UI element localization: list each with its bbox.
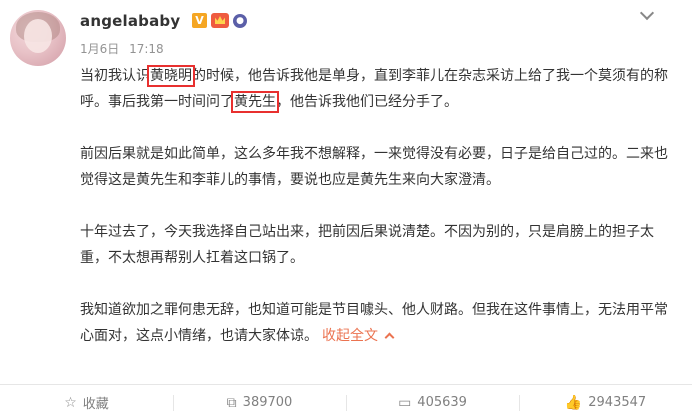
highlighted-name: 黄晓明 <box>147 65 195 87</box>
user-badges: V ● <box>192 13 247 28</box>
repost-count: 389700 <box>242 395 293 410</box>
star-icon: ☆ <box>64 394 77 411</box>
action-bar: ☆ 收藏 ⧉ 389700 ▭ 405639 👍 2943547 <box>0 384 692 420</box>
post-date[interactable]: 1月6日 <box>80 42 119 56</box>
highlighted-name: 黄先生 <box>231 91 279 113</box>
post-body: 当初我认识黄晓明的时候，他告诉我他是单身，直到李菲儿在杂志采访上给了我一个莫须有… <box>80 63 670 349</box>
comment-button[interactable]: ▭ 405639 <box>346 385 519 420</box>
thumbs-up-icon: 👍 <box>564 394 583 411</box>
chevron-up-icon[interactable] <box>384 332 395 343</box>
favorite-button[interactable]: ☆ 收藏 <box>0 385 173 420</box>
like-button[interactable]: 👍 2943547 <box>519 385 692 420</box>
post-time[interactable]: 17:18 <box>129 42 164 56</box>
paragraph-3: 十年过去了，今天我选择自己站出来，把前因后果说清楚。不因为别的，只是肩膀上的担子… <box>80 224 654 266</box>
avatar-face-shape <box>24 19 52 53</box>
comment-icon: ▭ <box>398 394 412 411</box>
post-meta: 1月6日 17:18 <box>80 40 164 57</box>
comment-count: 405639 <box>417 395 467 410</box>
verified-v-icon: V <box>192 13 207 28</box>
paragraph-4: 我知道欲加之罪何患无辞，也知道可能是节目噱头、他人财路。但我在这件事情上，无法用… <box>80 297 670 349</box>
paragraph-1: 当初我认识黄晓明的时候，他告诉我他是单身，直到李菲儿在杂志采访上给了我一个莫须有… <box>80 63 670 115</box>
like-count: 2943547 <box>588 395 647 410</box>
repost-button[interactable]: ⧉ 389700 <box>173 385 346 420</box>
repost-icon: ⧉ <box>226 394 237 411</box>
avatar[interactable] <box>10 10 66 66</box>
collapse-full-text-link[interactable]: 收起全文 <box>322 328 378 344</box>
paragraph-text: 当初我认识 <box>80 68 150 84</box>
more-options-chevron-icon[interactable] <box>640 8 654 22</box>
paragraph-2: 前因后果就是如此简单，这么多年我不想解释，一来觉得没有必要，日子是给自己过的。二… <box>80 146 668 188</box>
paragraph-text: ，他告诉我他们已经分手了。 <box>276 94 458 110</box>
member-crown-icon <box>211 13 229 28</box>
favorite-label: 收藏 <box>82 397 109 412</box>
level-badge-icon: ● <box>233 13 247 28</box>
username[interactable]: angelababy <box>80 12 180 30</box>
